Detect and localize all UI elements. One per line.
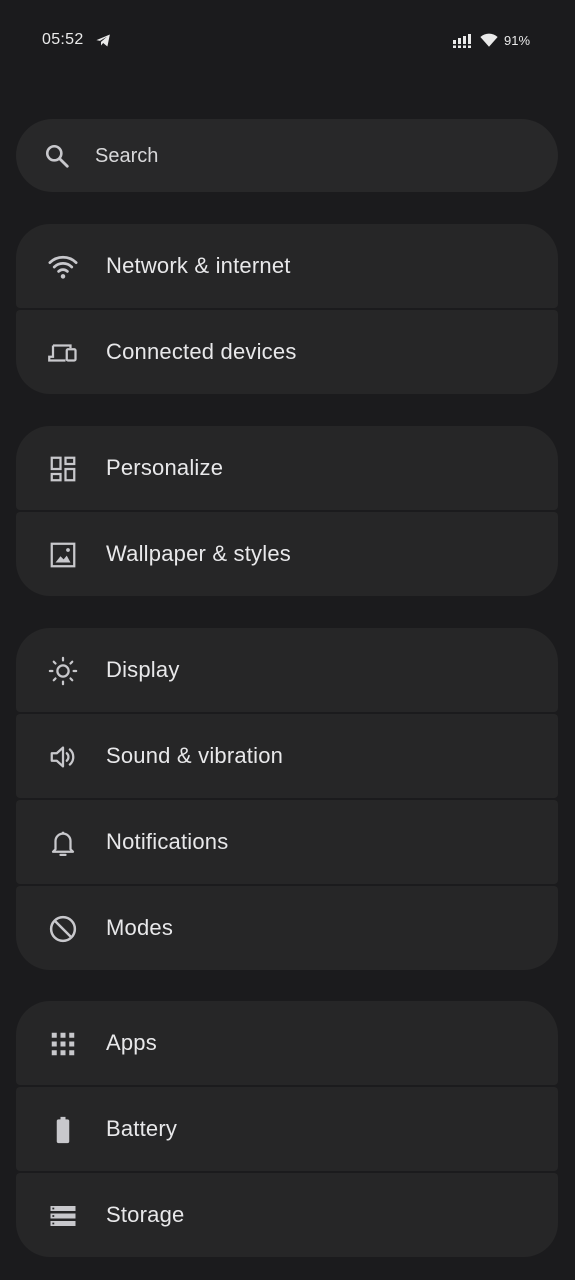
settings-item-label: Storage bbox=[106, 1202, 185, 1227]
brightness-icon bbox=[48, 656, 78, 686]
wifi-status-icon bbox=[480, 33, 498, 47]
settings-group-connectivity: Network & internet Connected devices bbox=[16, 224, 558, 394]
settings-group-system: Apps Battery Storage bbox=[16, 1001, 558, 1257]
settings-item-apps[interactable]: Apps bbox=[16, 1001, 558, 1085]
settings-item-personalize[interactable]: Personalize bbox=[16, 426, 558, 510]
status-time: 05:52 bbox=[42, 31, 84, 48]
bell-icon bbox=[51, 831, 75, 856]
settings-group-appearance: Personalize Wallpaper & styles bbox=[16, 426, 558, 596]
apps-grid-icon bbox=[51, 1032, 75, 1056]
settings-item-battery[interactable]: Battery bbox=[16, 1087, 558, 1171]
settings-item-sound[interactable]: Sound & vibration bbox=[16, 714, 558, 798]
settings-item-display[interactable]: Display bbox=[16, 628, 558, 712]
status-bar: 05:52 91% bbox=[0, 0, 575, 80]
settings-item-label: Apps bbox=[106, 1030, 157, 1055]
settings-item-label: Wallpaper & styles bbox=[106, 541, 291, 566]
settings-item-label: Connected devices bbox=[106, 339, 297, 364]
search-bar[interactable]: Search bbox=[16, 119, 558, 192]
signal-icon bbox=[453, 34, 471, 48]
telegram-icon bbox=[96, 34, 110, 47]
volume-icon bbox=[50, 746, 75, 768]
wifi-icon bbox=[48, 255, 78, 279]
devices-icon bbox=[48, 344, 77, 362]
settings-item-wallpaper[interactable]: Wallpaper & styles bbox=[16, 512, 558, 596]
search-label: Search bbox=[95, 145, 159, 167]
settings-item-label: Display bbox=[106, 657, 180, 682]
settings-group-display-sound: Display Sound & vibration Notifications … bbox=[16, 628, 558, 970]
settings-item-label: Sound & vibration bbox=[106, 743, 284, 768]
settings-item-connected-devices[interactable]: Connected devices bbox=[16, 310, 558, 394]
settings-item-label: Notifications bbox=[106, 829, 229, 854]
do-not-disturb-icon bbox=[49, 915, 77, 943]
settings-item-notifications[interactable]: Notifications bbox=[16, 800, 558, 884]
settings-item-label: Modes bbox=[106, 915, 174, 940]
storage-icon bbox=[50, 1206, 76, 1226]
settings-item-label: Network & internet bbox=[106, 253, 291, 278]
settings-item-label: Battery bbox=[106, 1116, 178, 1141]
search-icon bbox=[45, 144, 69, 168]
settings-item-storage[interactable]: Storage bbox=[16, 1173, 558, 1257]
settings-item-network[interactable]: Network & internet bbox=[16, 224, 558, 308]
wallpaper-icon bbox=[50, 542, 76, 568]
battery-percentage: 91% bbox=[504, 33, 531, 48]
settings-item-modes[interactable]: Modes bbox=[16, 886, 558, 970]
battery-icon bbox=[56, 1116, 70, 1144]
settings-item-label: Personalize bbox=[106, 455, 224, 480]
dashboard-icon bbox=[50, 456, 76, 482]
